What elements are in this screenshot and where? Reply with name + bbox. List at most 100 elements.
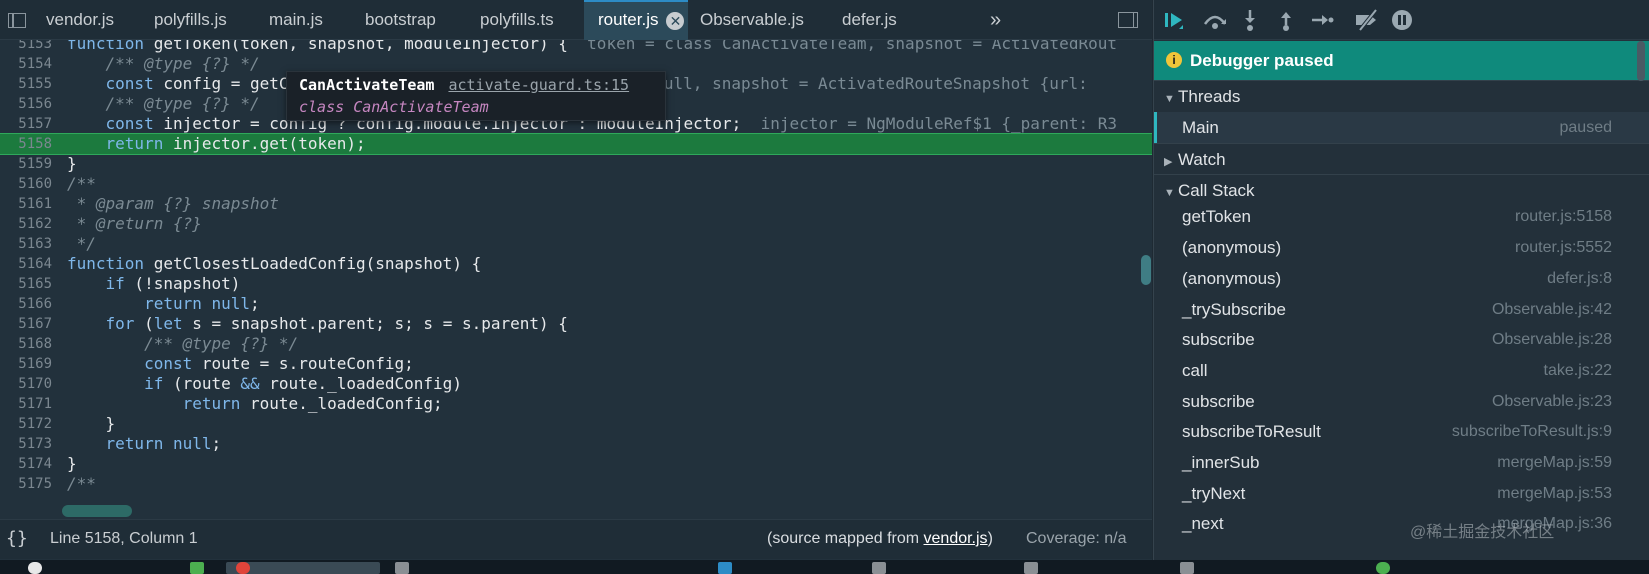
threads-section-header[interactable]: ▼ Threads	[1154, 80, 1649, 112]
info-icon: i	[1166, 51, 1182, 68]
tab-overflow-button[interactable]: »	[982, 0, 1009, 40]
code-line: 5175 /**	[0, 474, 1152, 492]
pause-on-exceptions-button[interactable]	[1390, 8, 1414, 32]
tab-defer-js[interactable]: defer.js	[828, 0, 911, 40]
code-line: 5166 return null;	[0, 294, 1152, 314]
call-frame[interactable]: call take.js:22	[1154, 355, 1649, 386]
code-token: route._loadedConfig)	[259, 374, 462, 393]
line-number: 5156	[18, 96, 52, 112]
tab-main-js[interactable]: main.js	[255, 0, 337, 40]
step-button[interactable]	[1310, 8, 1334, 32]
code-comment: /**	[67, 474, 96, 492]
call-frame[interactable]: (anonymous) router.js:5552	[1154, 232, 1649, 263]
code-token: return null	[67, 294, 251, 313]
call-frame[interactable]: (anonymous) defer.js:8	[1154, 263, 1649, 294]
pretty-print-button[interactable]: {}	[6, 528, 28, 549]
vertical-scrollbar[interactable]	[1141, 255, 1151, 285]
start-icon[interactable]	[28, 562, 42, 574]
tab-vendor-js[interactable]: vendor.js	[32, 0, 128, 40]
taskbar-app-icon[interactable]	[872, 562, 886, 574]
taskbar-app-icon[interactable]	[190, 562, 204, 574]
line-number: 5165	[18, 276, 52, 292]
source-editor-pane: vendor.js polyfills.js main.js bootstrap…	[0, 0, 1152, 574]
code-comment: /** @type {?} */	[67, 94, 260, 113]
call-frame[interactable]: _trySubscribe Observable.js:42	[1154, 294, 1649, 325]
taskbar-app-icon[interactable]	[1024, 562, 1038, 574]
code-token: route = s.routeConfig;	[192, 354, 414, 373]
code-token: function	[67, 254, 145, 273]
source-map-prefix: (source mapped from	[767, 530, 924, 547]
tray-icon[interactable]	[1376, 562, 1390, 574]
call-frame[interactable]: _innerSub mergeMap.js:59	[1154, 447, 1649, 478]
toggle-navigator-icon[interactable]	[4, 10, 28, 30]
line-number: 5161	[18, 196, 52, 212]
call-frame[interactable]: _tryNext mergeMap.js:53	[1154, 478, 1649, 509]
vscode-icon[interactable]	[718, 562, 732, 574]
line-number: 5162	[18, 216, 52, 232]
inline-value: token = class CanActivateTeam, snapshot …	[567, 40, 1117, 53]
tab-observable-js[interactable]: Observable.js	[686, 0, 818, 40]
toggle-debugger-icon[interactable]	[1118, 10, 1140, 30]
frame-location: Observable.js:42	[1491, 301, 1612, 318]
inline-value: = null, snapshot = ActivatedRouteSnapsho…	[635, 74, 1088, 93]
source-map-link[interactable]: vendor.js	[924, 530, 988, 547]
coverage-status: Coverage: n/a	[1026, 530, 1127, 547]
code-token: for	[67, 314, 135, 333]
frame-function: subscribe	[1182, 392, 1255, 411]
frame-location: Observable.js:28	[1491, 331, 1612, 348]
debugger-paused-banner: i Debugger paused	[1154, 41, 1649, 80]
tab-polyfills-ts[interactable]: polyfills.ts	[466, 0, 568, 40]
resume-button[interactable]	[1162, 8, 1186, 32]
code-token: (!snapshot)	[124, 274, 241, 293]
frame-function: _tryNext	[1182, 484, 1246, 503]
debugger-scrollbar[interactable]	[1637, 41, 1645, 81]
call-frame[interactable]: subscribeToResult subscribeToResult.js:9	[1154, 416, 1649, 447]
call-frame[interactable]: getToken router.js:5158	[1154, 201, 1649, 232]
line-number: 5171	[18, 396, 52, 412]
code-line: 5159}	[0, 154, 1152, 174]
line-number: 5158	[18, 136, 52, 152]
frame-function: _trySubscribe	[1182, 300, 1286, 319]
horizontal-scrollbar[interactable]	[62, 505, 132, 517]
code-token: return	[67, 134, 164, 153]
code-line: 5165 if (!snapshot)	[0, 274, 1152, 294]
tab-polyfills-js[interactable]: polyfills.js	[140, 0, 241, 40]
code-token: if	[67, 374, 164, 393]
tab-label: Observable.js	[700, 10, 804, 29]
call-frame[interactable]: subscribe Observable.js:28	[1154, 324, 1649, 355]
code-line: 5174}	[0, 454, 1152, 474]
call-frame[interactable]: subscribe Observable.js:23	[1154, 386, 1649, 417]
code-token: injector.get(token);	[163, 134, 366, 153]
line-number: 5159	[18, 156, 52, 172]
code-token: (	[134, 314, 154, 333]
line-number: 5164	[18, 256, 52, 272]
frame-function: (anonymous)	[1182, 269, 1282, 288]
line-number: 5173	[18, 436, 52, 452]
thread-row-main[interactable]: Main paused	[1154, 112, 1649, 143]
line-number: 5153	[18, 40, 52, 52]
step-into-button[interactable]	[1238, 8, 1262, 32]
code-token: const	[67, 354, 193, 373]
call-frame[interactable]: _next mergeMap.js:36	[1154, 508, 1649, 539]
code-token: route._loadedConfig;	[240, 394, 443, 413]
tab-label: main.js	[269, 10, 323, 29]
tab-router-js[interactable]: router.js ✕	[584, 0, 688, 40]
code-token: ;	[250, 294, 260, 313]
popover-source-link[interactable]: activate-guard.ts:15	[448, 76, 629, 94]
chrome-icon	[236, 562, 250, 574]
code-comment: /** @type {?} */	[67, 54, 260, 73]
close-tab-icon[interactable]: ✕	[666, 11, 685, 30]
step-over-button[interactable]	[1202, 8, 1227, 32]
deactivate-breakpoints-button[interactable]	[1354, 8, 1378, 32]
frame-location: subscribeToResult.js:9	[1451, 423, 1612, 440]
watch-section-header[interactable]: ▶ Watch	[1154, 143, 1649, 175]
code-comment: * @param {?} snapshot	[67, 194, 279, 213]
code-token: const	[67, 114, 154, 133]
step-out-button[interactable]	[1274, 8, 1298, 32]
taskbar-app-icon[interactable]	[1180, 562, 1194, 574]
code-token: }	[67, 154, 77, 173]
thread-name: Main	[1182, 118, 1219, 137]
frame-location: router.js:5552	[1515, 239, 1612, 256]
tab-bootstrap[interactable]: bootstrap	[351, 0, 450, 40]
taskbar-app-icon[interactable]	[395, 562, 409, 574]
